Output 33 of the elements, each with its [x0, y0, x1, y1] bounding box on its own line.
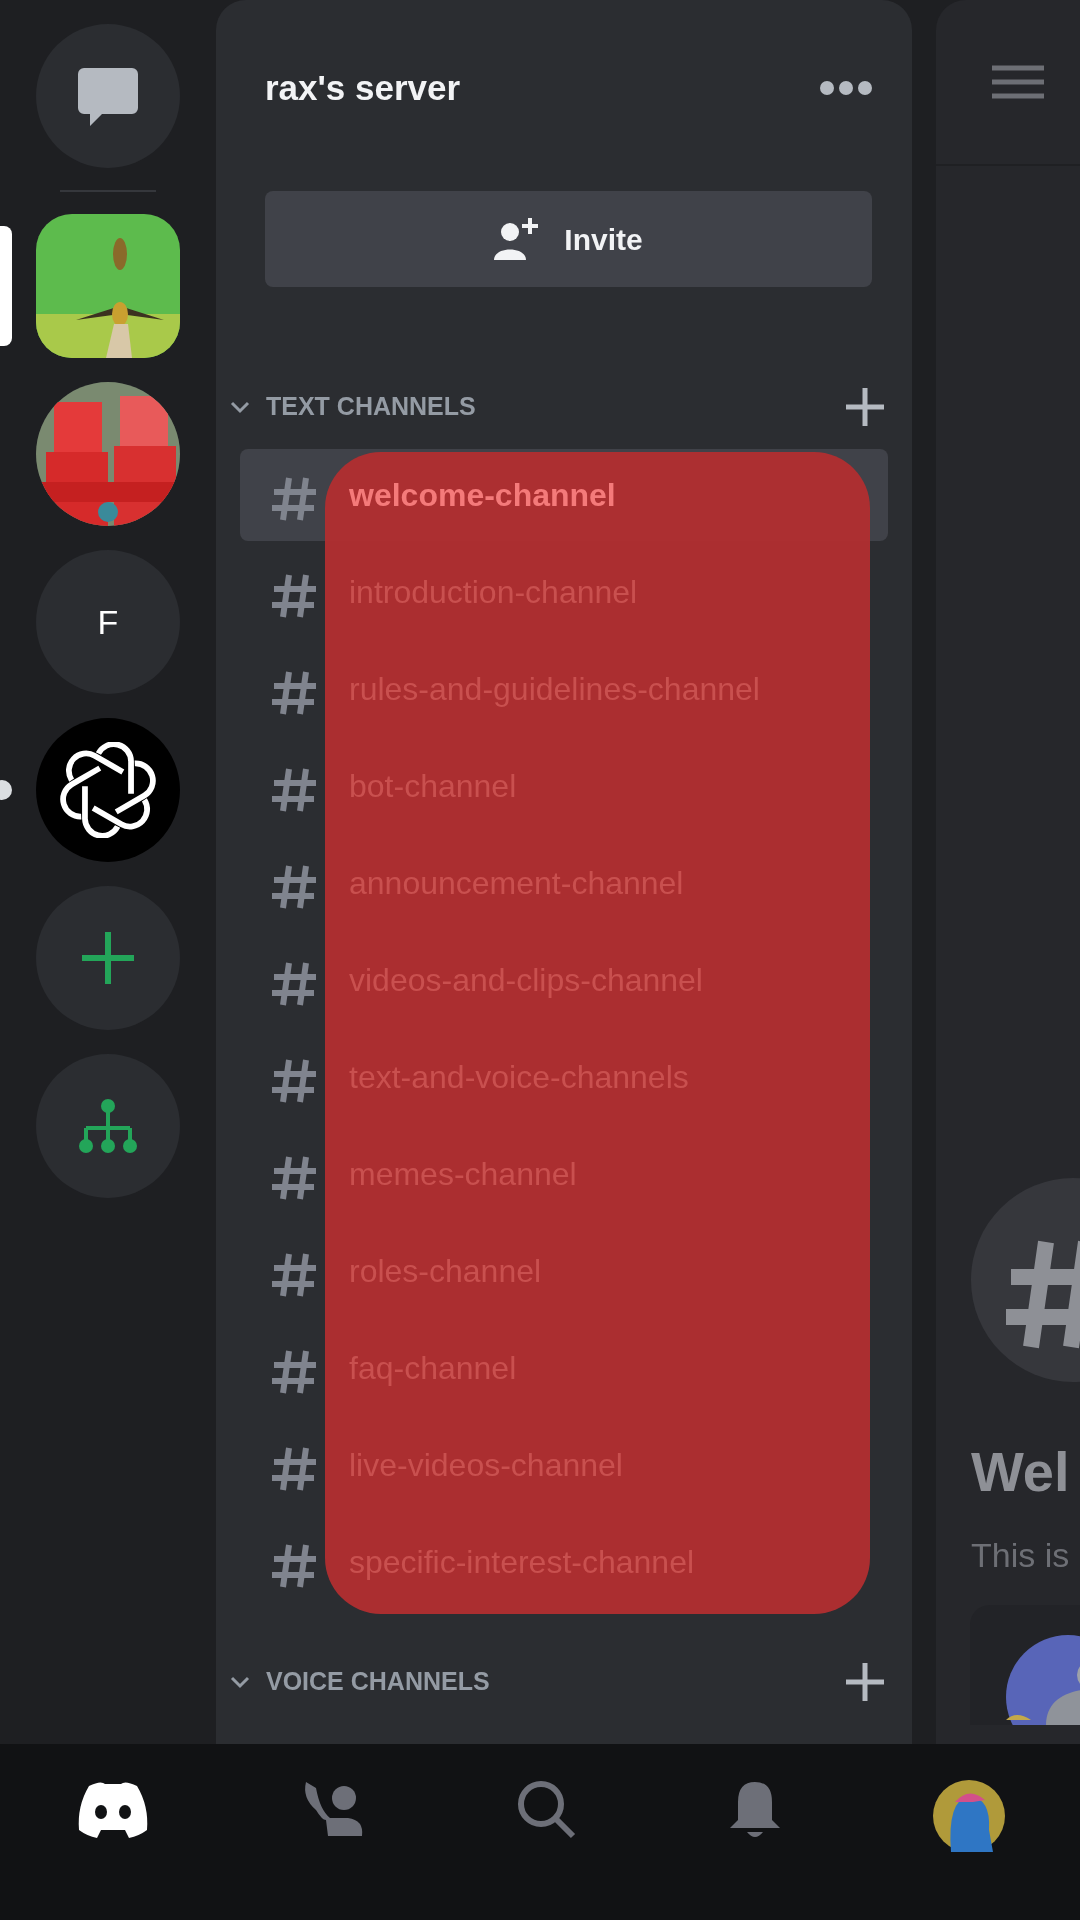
hierarchy-icon: [78, 1098, 138, 1154]
menu-icon[interactable]: [992, 65, 1044, 99]
hash-icon: [270, 1252, 318, 1299]
server-title: rax's server: [265, 66, 461, 109]
welcome-text: This is: [971, 1535, 1071, 1576]
profile-tab[interactable]: [932, 1780, 1005, 1852]
hash-icon: [270, 670, 318, 717]
hash-icon: [270, 1058, 318, 1105]
hash-icon: [270, 1543, 318, 1590]
add-icon: [82, 932, 134, 984]
chevron-icon[interactable]: [230, 400, 250, 414]
category-title[interactable]: VOICE CHANNELS: [266, 1663, 490, 1701]
hash-icon: [270, 767, 318, 814]
hash-icon: [270, 573, 318, 620]
invite-button[interactable]: Invite: [265, 191, 872, 287]
hash-icon: [270, 476, 318, 523]
hash-icon: [270, 1446, 318, 1493]
hash-icon: [270, 864, 318, 911]
hash-icon: [270, 1155, 318, 1202]
more-icon[interactable]: [820, 81, 872, 95]
add-user-icon: [494, 218, 541, 260]
hash-icon: [270, 961, 318, 1008]
server-button[interactable]: F: [36, 550, 180, 694]
knot-logo-icon: [60, 742, 156, 838]
chevron-icon[interactable]: [230, 1675, 250, 1689]
add-channel-icon[interactable]: [846, 388, 884, 426]
welcome-title: Wel: [971, 1439, 1071, 1505]
hash-icon: [270, 1349, 318, 1396]
search-icon: [517, 1780, 577, 1840]
search-tab[interactable]: [517, 1780, 577, 1840]
chat-bubble-icon: [78, 68, 138, 126]
add-channel-icon[interactable]: [846, 1663, 884, 1701]
category-title[interactable]: TEXT CHANNELS: [266, 388, 476, 426]
